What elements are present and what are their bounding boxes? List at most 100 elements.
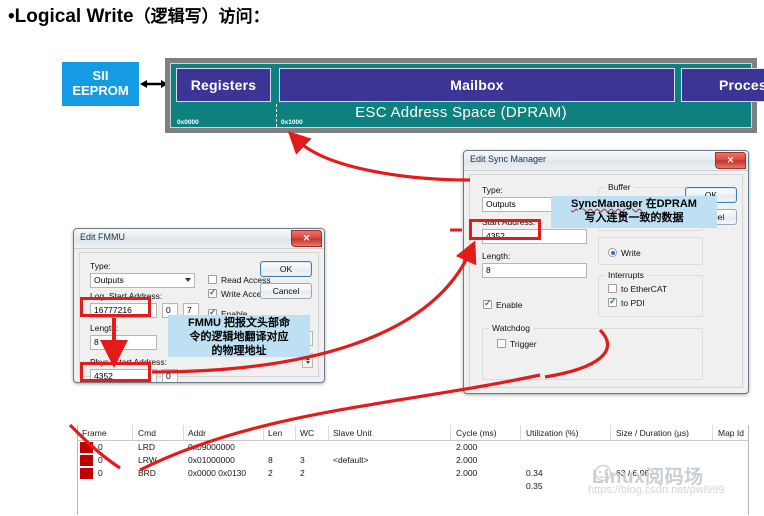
fmmu-ok-button[interactable]: OK xyxy=(260,261,312,277)
cell-addr: 0x09000000 xyxy=(188,442,235,452)
arrow-sync-to-dpram xyxy=(287,131,471,182)
esc-address-mailbox: 0x1000 xyxy=(281,119,303,126)
column-divider xyxy=(328,425,329,440)
callout-syncmanager-line1-cn: 在DPRAM xyxy=(642,198,697,210)
column-header-size-duration[interactable]: Size / Duration (µs) xyxy=(616,428,689,438)
column-divider xyxy=(520,425,521,440)
cell-frame: 0 xyxy=(98,468,103,478)
cell-wc: 2 xyxy=(300,468,305,478)
column-header-wc[interactable]: WC xyxy=(300,428,314,438)
sii-eeprom-line2: EEPROM xyxy=(72,83,129,98)
column-header-map-id[interactable]: Map Id xyxy=(718,428,744,438)
cell-cycle: 2.000 xyxy=(456,442,478,452)
callout-syncmanager: SyncManager 在DPRAM 写入连贯一致的数据 xyxy=(551,196,717,228)
sync-dialog-titlebar[interactable]: Edit Sync Manager ✕ xyxy=(464,151,748,171)
cell-frame: 0 xyxy=(98,455,103,465)
cell-utilization-overflow: 0.35 xyxy=(526,481,543,491)
cell-cmd: LRD xyxy=(138,442,156,452)
row-color-marker xyxy=(80,468,93,479)
sii-eeprom-line1: SII xyxy=(92,68,109,84)
sync-buffer-group-caption: Buffer xyxy=(605,182,634,192)
sync-enable-checkbox[interactable]: Enable xyxy=(483,298,522,310)
highlight-fmmu-log-start-address xyxy=(80,297,151,317)
bidirectional-arrow-icon xyxy=(140,80,168,88)
cell-addr: 0x0000 0x0130 xyxy=(188,468,247,478)
callout-syncmanager-line1: SyncManager 在DPRAM xyxy=(551,198,717,212)
fmmu-type-value: Outputs xyxy=(94,275,124,285)
row-color-marker xyxy=(80,442,93,453)
fmmu-cancel-button[interactable]: Cancel xyxy=(260,283,312,299)
esc-caption: ESC Address Space (DPRAM) xyxy=(355,104,567,121)
sync-watchdog-group: Watchdog Trigger xyxy=(482,323,703,380)
column-header-cmd[interactable]: Cmd xyxy=(138,428,156,438)
column-header-len[interactable]: Len xyxy=(268,428,282,438)
close-icon[interactable]: ✕ xyxy=(291,230,322,247)
cell-addr: 0x01000000 xyxy=(188,455,235,465)
bullet-glyph: • xyxy=(8,6,15,27)
sync-dialog-title: Edit Sync Manager xyxy=(470,154,547,164)
cell-utilization: 0.34 xyxy=(526,468,543,478)
fmmu-dialog-titlebar[interactable]: Edit FMMU ✕ xyxy=(74,229,324,249)
sii-eeprom-block: SII EEPROM xyxy=(62,62,139,106)
esc-block-mailbox-label: Mailbox xyxy=(450,77,504,93)
column-header-utilization[interactable]: Utilization (%) xyxy=(526,428,578,438)
cell-cmd: BRD xyxy=(138,468,156,478)
callout-syncmanager-line2: 写入连贯一致的数据 xyxy=(584,211,684,224)
cell-cmd: LRW xyxy=(138,455,157,465)
table-row[interactable]: 0 LRD 0x09000000 2.000 xyxy=(78,441,748,454)
cell-wc: 3 xyxy=(300,455,305,465)
sync-direction-write-radio[interactable]: Write xyxy=(608,248,641,258)
column-divider xyxy=(450,425,451,440)
cell-len: 8 xyxy=(268,455,273,465)
page-title-cn: （逻辑写）访问： xyxy=(133,7,270,26)
page-title-en: Logical Write xyxy=(14,6,134,27)
column-header-cycle[interactable]: Cycle (ms) xyxy=(456,428,497,438)
sync-type-value: Outputs xyxy=(486,199,516,209)
fmmu-dialog-title: Edit FMMU xyxy=(80,232,125,242)
fmmu-phys-start-bit-input[interactable]: 0 xyxy=(162,369,178,382)
highlight-sync-start-address xyxy=(469,219,541,240)
sync-type-label: Type: xyxy=(482,185,503,195)
fmmu-length-input[interactable]: 8 xyxy=(90,335,157,350)
edit-sync-manager-dialog: Edit Sync Manager ✕ Type: Outputs Start … xyxy=(463,150,749,394)
column-divider xyxy=(263,425,264,440)
column-header-slave-unit[interactable]: Slave Unit xyxy=(333,428,372,438)
cell-cycle: 2.000 xyxy=(456,468,478,478)
table-header-row: Frame Cmd Addr Len WC Slave Unit Cycle (… xyxy=(78,425,748,441)
sync-direction-group: Write xyxy=(598,237,703,265)
esc-block-registers-label: Registers xyxy=(190,77,257,93)
column-header-frame[interactable]: Frame xyxy=(82,428,107,438)
callout-fmmu-line3: 的物理地址 xyxy=(211,344,267,357)
esc-address-start: 0x0000 xyxy=(177,119,199,126)
esc-block-mailbox: Mailbox xyxy=(279,68,675,102)
sync-interrupt-pdi-checkbox[interactable]: to PDI xyxy=(608,296,645,308)
esc-address-space-diagram: Registers Mailbox Process Data ESC Addre… xyxy=(165,58,764,133)
callout-fmmu: FMMU 把报文头部命 令的逻辑地翻译对应 的物理地址 xyxy=(168,315,310,357)
column-divider xyxy=(610,425,611,440)
esc-block-registers: Registers xyxy=(176,68,271,102)
column-header-addr[interactable]: Addr xyxy=(188,428,206,438)
cell-cycle: 2.000 xyxy=(456,455,478,465)
callout-fmmu-line1: FMMU 把报文头部命 xyxy=(187,317,291,329)
callout-fmmu-line2: 令的逻辑地翻译对应 xyxy=(189,330,289,343)
sync-interrupts-group: Interrupts to EtherCAT to PDI xyxy=(598,270,703,317)
sync-length-label: Length: xyxy=(482,251,511,261)
esc-dpram-body: Registers Mailbox Process Data ESC Addre… xyxy=(170,63,764,128)
esc-block-process-data: Process Data xyxy=(681,68,764,102)
sync-watchdog-group-caption: Watchdog xyxy=(489,323,533,333)
callout-syncmanager-term: SyncManager xyxy=(571,198,643,210)
fmmu-type-label: Type: xyxy=(90,261,111,271)
close-icon[interactable]: ✕ xyxy=(715,152,746,169)
fmmu-length-label: Length: xyxy=(90,323,119,333)
column-divider xyxy=(712,425,713,440)
row-color-marker xyxy=(80,455,93,466)
cell-len: 2 xyxy=(268,468,273,478)
esc-block-process-data-label: Process Data xyxy=(718,77,764,93)
sync-interrupt-ethercat-checkbox[interactable]: to EtherCAT xyxy=(608,284,667,294)
sync-length-input[interactable]: 8 xyxy=(482,263,587,278)
sync-watchdog-trigger-checkbox[interactable]: Trigger xyxy=(497,339,537,349)
page-title: •Logical Write（逻辑写）访问： xyxy=(8,2,270,28)
fmmu-type-select[interactable]: Outputs xyxy=(90,273,195,288)
cell-frame: 0 xyxy=(98,442,103,452)
highlight-fmmu-phys-start-address xyxy=(80,362,151,382)
